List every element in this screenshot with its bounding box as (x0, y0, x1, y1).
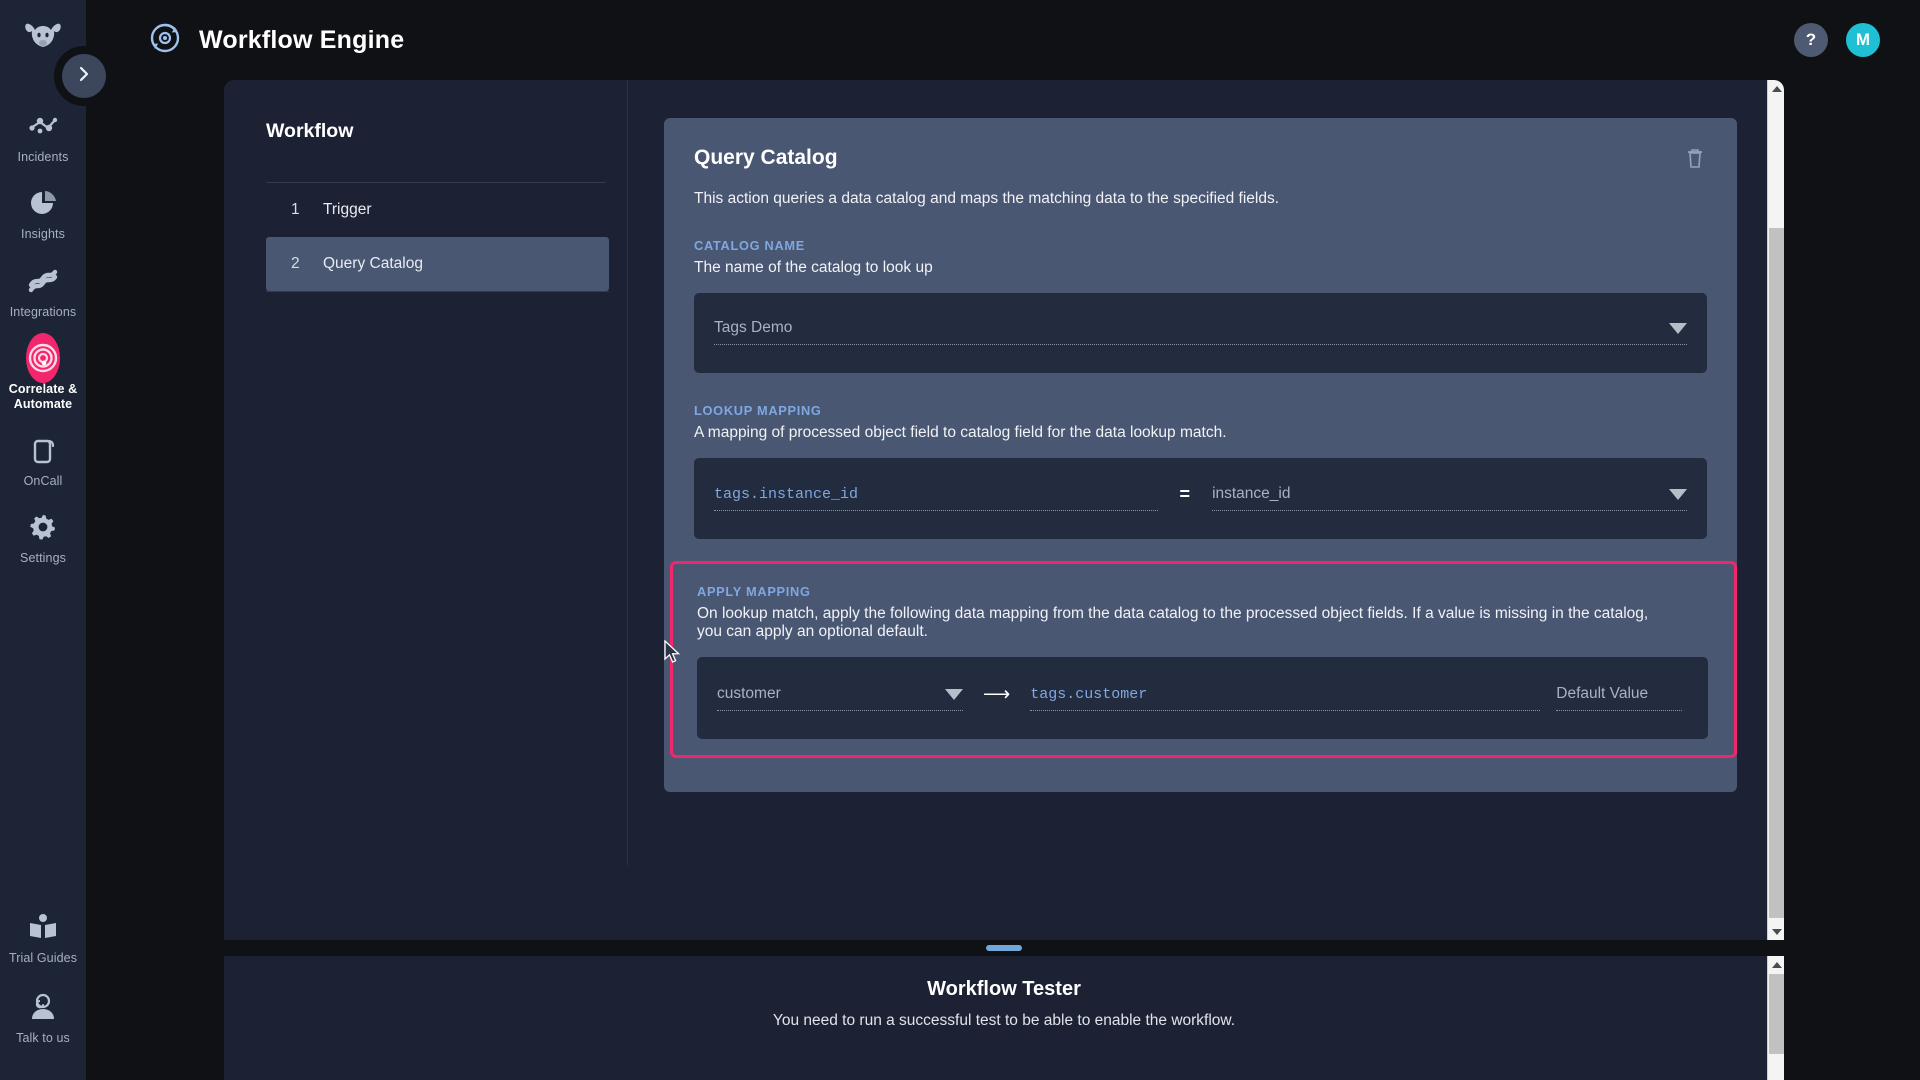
sidebar-item-incidents[interactable]: Incidents (0, 96, 86, 173)
chevron-down-icon[interactable] (945, 688, 963, 700)
field-label: APPLY MAPPING (697, 584, 811, 599)
field-label: LOOKUP MAPPING (694, 403, 822, 418)
header-actions: ? M (1794, 23, 1920, 57)
field-help-text: A mapping of processed object field to c… (694, 424, 1227, 441)
sidebar-item-trial-guides[interactable]: Trial Guides (0, 895, 86, 974)
sidebar-item-label: Talk to us (16, 1030, 70, 1045)
sidebar-item-integrations[interactable]: Integrations (0, 251, 86, 328)
help-button[interactable]: ? (1794, 23, 1828, 57)
grip-bar (986, 945, 1022, 951)
lookup-mapping-field-block: LOOKUP MAPPING A mapping of processed ob… (694, 403, 1707, 539)
workflow-step-trigger[interactable]: 1 Trigger (266, 183, 609, 237)
sidebar-item-correlate-automate[interactable]: Correlate & Automate (0, 328, 86, 420)
sidebar-expand-button[interactable] (62, 54, 106, 98)
sidebar-nav-list: Incidents Insights Integrations Correlat… (0, 96, 86, 575)
sidebar-item-talk-to-us[interactable]: Talk to us (0, 975, 86, 1054)
scroll-up-arrow-icon[interactable] (1768, 956, 1784, 973)
cow-logo-icon[interactable] (19, 14, 67, 58)
sidebar-item-label: Settings (20, 551, 66, 566)
sidebar-item-label: Insights (21, 227, 65, 242)
page-title: Workflow Engine (199, 25, 405, 54)
tester-title: Workflow Tester (927, 978, 1081, 1000)
mobile-phone-icon (26, 433, 60, 467)
chevron-down-icon[interactable] (1669, 488, 1687, 500)
pie-chart-icon (26, 186, 60, 220)
apply-source-select[interactable]: customer (717, 685, 963, 711)
sidebar-item-label: Incidents (17, 150, 69, 164)
step-number: 1 (291, 201, 300, 218)
workflow-step-query-catalog[interactable]: 2 Query Catalog (266, 237, 609, 291)
divider (266, 291, 609, 292)
step-label: Query Catalog (323, 255, 423, 272)
chevron-down-icon[interactable] (1669, 322, 1687, 334)
catalog-name-select[interactable]: Tags Demo (714, 319, 1687, 345)
workflow-refresh-icon (148, 21, 182, 60)
scrollbar-track-upper (1769, 98, 1784, 228)
action-detail-column: Query Catalog This action queries a data… (628, 80, 1784, 940)
sidebar-item-label: Integrations (9, 304, 77, 319)
apply-target-value: tags.customer (1030, 686, 1148, 703)
lookup-target-value: instance_id (1212, 485, 1291, 502)
gear-icon (26, 510, 60, 544)
sidebar-item-insights[interactable]: Insights (0, 173, 86, 250)
open-book-icon (26, 910, 60, 944)
primary-sidebar: Incidents Insights Integrations Correlat… (0, 0, 86, 1080)
card-title: Query Catalog (694, 146, 838, 169)
avatar[interactable]: M (1846, 23, 1880, 57)
catalog-name-value: Tags Demo (714, 319, 793, 336)
tester-body: Workflow Tester You need to run a succes… (224, 956, 1784, 1030)
tester-resize-handle[interactable] (224, 940, 1784, 956)
workflow-editor-panel: Workflow 1 Trigger 2 Query Catalog Query… (224, 80, 1784, 940)
support-agent-icon (26, 990, 60, 1024)
lookup-source-input[interactable]: tags.instance_id (714, 486, 1158, 511)
field-help-text: The name of the catalog to look up (694, 259, 933, 276)
workflow-heading: Workflow (266, 120, 354, 142)
sidebar-item-label: Correlate & Automate (8, 382, 78, 411)
lookup-source-value: tags.instance_id (714, 486, 859, 503)
arrow-right-icon: ⟶ (983, 684, 1011, 705)
header-title-group: Workflow Engine (86, 21, 404, 60)
apply-mapping-input-container: customer ⟶ tags.customer Default Value (697, 657, 1708, 739)
tester-vertical-scrollbar[interactable] (1767, 956, 1784, 1080)
scroll-down-arrow-icon[interactable] (1768, 923, 1784, 940)
equals-operator: = (1179, 484, 1191, 504)
app-root: Incidents Insights Integrations Correlat… (0, 0, 1920, 1080)
apply-mapping-highlight: APPLY MAPPING On lookup match, apply the… (670, 561, 1737, 758)
scrollbar-thumb[interactable] (1769, 974, 1784, 1054)
sidebar-bottom-nav: Trial Guides Talk to us (0, 895, 86, 1054)
apply-source-value: customer (717, 685, 781, 702)
field-label: CATALOG NAME (694, 238, 805, 253)
mouse-cursor (664, 639, 682, 671)
lookup-mapping-input-container: tags.instance_id = instance_id (694, 458, 1707, 539)
query-catalog-card: Query Catalog This action queries a data… (664, 118, 1737, 792)
workflow-tester-panel: Workflow Tester You need to run a succes… (224, 956, 1784, 1080)
sidebar-item-label: Trial Guides (8, 951, 78, 966)
step-label: Trigger (323, 201, 372, 218)
scrollbar-thumb[interactable] (1769, 228, 1784, 918)
trash-icon[interactable] (1683, 146, 1707, 170)
sidebar-item-settings[interactable]: Settings (0, 497, 86, 574)
apply-target-input[interactable]: tags.customer (1030, 686, 1541, 711)
tester-subtitle: You need to run a successful test to be … (772, 1012, 1236, 1029)
correlate-target-icon (26, 333, 60, 384)
workflow-step-list: 1 Trigger 2 Query Catalog (266, 183, 609, 292)
chevron-right-icon (75, 65, 93, 88)
sidebar-item-oncall[interactable]: OnCall (0, 420, 86, 497)
lookup-target-select[interactable]: instance_id (1212, 485, 1687, 511)
catalog-name-field-block: CATALOG NAME The name of the catalog to … (694, 238, 1707, 373)
card-description: This action queries a data catalog and m… (694, 190, 1280, 207)
scroll-up-arrow-icon[interactable] (1768, 80, 1784, 97)
incidents-nodes-icon (26, 109, 60, 143)
panel-vertical-scrollbar[interactable] (1767, 80, 1784, 940)
catalog-name-input-container: Tags Demo (694, 293, 1707, 373)
apply-default-value-input[interactable]: Default Value (1556, 685, 1683, 711)
apply-default-placeholder: Default Value (1556, 685, 1649, 702)
integrations-link-icon (26, 264, 60, 298)
sidebar-item-label: OnCall (23, 473, 63, 488)
step-number: 2 (291, 255, 300, 272)
workflow-steps-column: Workflow 1 Trigger 2 Query Catalog (224, 80, 628, 865)
top-header-bar: Workflow Engine ? M (86, 0, 1920, 80)
field-help-text: On lookup match, apply the following dat… (697, 605, 1649, 640)
